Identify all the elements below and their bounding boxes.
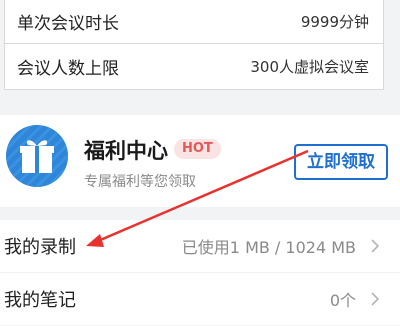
welfare-subtitle: 专属福利等您领取 <box>84 174 196 190</box>
spec-value-participants: 300人虚拟会议室 <box>250 57 369 76</box>
my-recordings-label: 我的录制 <box>4 237 76 258</box>
my-notes-label: 我的笔记 <box>4 290 76 311</box>
hot-badge: HOT <box>174 139 221 159</box>
my-recordings-row[interactable]: 我的录制 已使用1 MB / 1024 MB <box>0 220 400 272</box>
notes-count-value: 0个 <box>329 291 356 310</box>
meeting-spec-table: 单次会议时长 9999分钟 会议人数上限 300人虚拟会议室 <box>4 0 384 90</box>
gift-icon <box>6 125 68 187</box>
chevron-right-icon <box>371 239 380 253</box>
welfare-title: 福利中心 <box>84 139 168 163</box>
recording-usage-value: 已使用1 MB / 1024 MB <box>181 238 356 257</box>
spec-label-duration: 单次会议时长 <box>17 14 119 34</box>
account-page: 单次会议时长 9999分钟 会议人数上限 300人虚拟会议室 福利中心 HOT … <box>0 0 400 326</box>
claim-now-button[interactable]: 立即领取 <box>294 144 388 180</box>
welfare-center-card[interactable]: 福利中心 HOT 专属福利等您领取 立即领取 <box>0 115 400 207</box>
spec-label-participants: 会议人数上限 <box>17 58 119 79</box>
spec-row-participants: 会议人数上限 300人虚拟会议室 <box>5 44 383 88</box>
chevron-right-icon <box>371 292 380 306</box>
my-notes-row[interactable]: 我的笔记 0个 <box>0 273 400 325</box>
spec-row-duration: 单次会议时长 9999分钟 <box>5 0 383 44</box>
spec-value-duration: 9999分钟 <box>300 13 369 31</box>
